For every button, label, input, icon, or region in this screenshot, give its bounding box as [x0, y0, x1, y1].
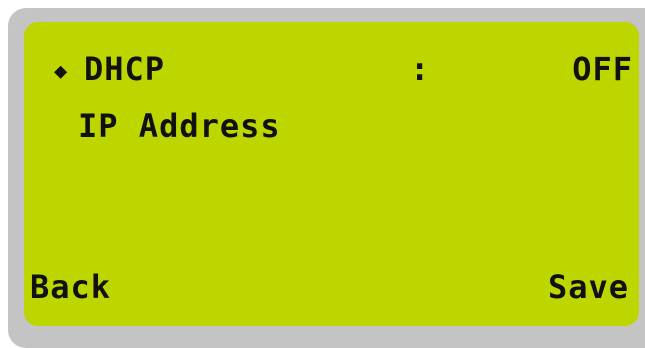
lcd-screen: ◆ DHCP : OFF IP Address Back Save: [24, 22, 639, 326]
menu-item-dhcp-label[interactable]: DHCP: [84, 49, 165, 89]
menu-item-dhcp-separator: :: [410, 50, 431, 88]
selection-diamond-icon: ◆: [54, 59, 69, 84]
menu-item-ip-address[interactable]: IP Address: [78, 106, 281, 146]
menu-item-dhcp-value[interactable]: OFF: [572, 49, 633, 89]
save-button[interactable]: Save: [548, 267, 629, 307]
back-button[interactable]: Back: [30, 267, 111, 307]
